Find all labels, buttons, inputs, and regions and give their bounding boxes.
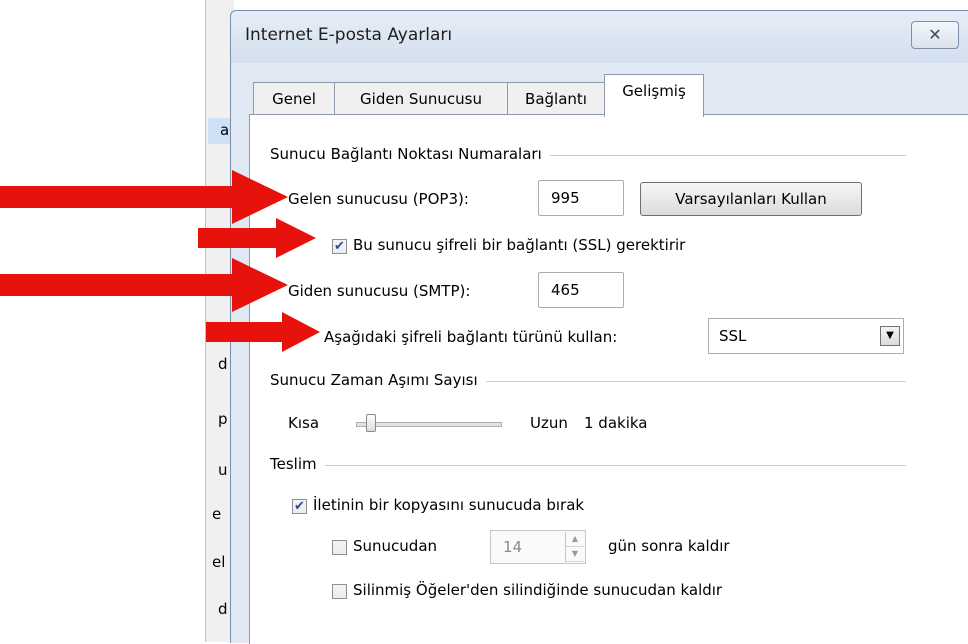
chevron-down-icon[interactable]: ▼ [566,547,584,562]
encryption-type-label: Aşağıdaki şifreli bağlantı türünü kullan… [324,328,618,346]
annotation-arrow-icon [206,312,320,352]
incoming-port-label: Gelen sunucusu (POP3): [288,190,469,208]
timeout-slider-thumb[interactable] [366,414,376,432]
remove-after-label: Sunucudan [353,537,438,555]
tab-connection[interactable]: Bağlantı [507,82,605,115]
background-text-fragment: u [218,461,228,479]
outgoing-port-input[interactable]: 465 [538,272,624,308]
leave-copy-checkbox[interactable]: ✔ [292,499,307,514]
annotation-arrow-icon [198,218,316,258]
days-suffix-label: gün sonra kaldır [608,537,730,555]
background-selected-item: a [208,118,232,144]
timeout-slider-track[interactable] [356,422,502,427]
incoming-port-input[interactable]: 995 [538,180,624,216]
timeout-short-label: Kısa [288,414,320,432]
background-text-fragment: p [218,410,228,428]
use-defaults-button[interactable]: Varsayılanları Kullan [640,182,862,216]
background-text-fragment: el [212,553,226,571]
spinner-buttons[interactable]: ▲ ▼ [565,532,584,562]
tab-advanced[interactable]: Gelişmiş [604,74,704,117]
checkmark-icon: ✔ [334,239,345,254]
encryption-type-value: SSL [719,327,747,345]
timeout-value: 1 dakika [584,414,648,432]
ports-group-title: Sunucu Bağlantı Noktası Numaraları [270,145,550,163]
outgoing-port-label: Giden sunucusu (SMTP): [288,282,471,300]
tab-outgoing-server[interactable]: Giden Sunucusu [334,82,508,115]
dialog-title: Internet E-posta Ayarları [245,25,453,45]
close-icon: ✕ [928,25,942,44]
timeout-group-title: Sunucu Zaman Aşımı Sayısı [270,371,486,389]
encryption-type-select[interactable]: SSL ▼ [708,318,904,354]
days-spinner[interactable]: 14 ▲ ▼ [490,530,586,564]
delivery-group-title: Teslim [270,455,325,473]
group-separator [270,465,906,466]
chevron-down-icon[interactable]: ▼ [880,326,900,346]
chevron-up-icon[interactable]: ▲ [566,532,584,547]
ssl-required-label: Bu sunucu şifreli bir bağlantı (SSL) ger… [353,236,686,254]
annotation-arrow-icon [0,258,288,312]
days-value: 14 [503,538,523,556]
background-text-fragment: d [218,600,228,618]
leave-copy-label: İletinin bir kopyasını sunucuda bırak [313,496,585,514]
ssl-required-checkbox[interactable]: ✔ [332,239,347,254]
background-text-fragment: d [218,355,228,373]
close-button[interactable]: ✕ [911,21,959,49]
timeout-long-label: Uzun [530,414,568,432]
advanced-tab-panel: Sunucu Bağlantı Noktası Numaraları Gelen… [249,114,968,644]
email-settings-dialog: Internet E-posta Ayarları ✕ Genel Giden … [230,10,968,644]
background-text-fragment: e [212,505,222,523]
title-bar[interactable]: Internet E-posta Ayarları ✕ [231,11,968,63]
tab-general[interactable]: Genel [253,82,335,115]
remove-deleted-checkbox[interactable] [332,584,347,599]
annotation-arrow-icon [0,170,288,224]
checkmark-icon: ✔ [294,499,305,514]
remove-deleted-label: Silinmiş Öğeler'den silindiğinde sunucud… [353,581,723,599]
remove-after-checkbox[interactable] [332,540,347,555]
